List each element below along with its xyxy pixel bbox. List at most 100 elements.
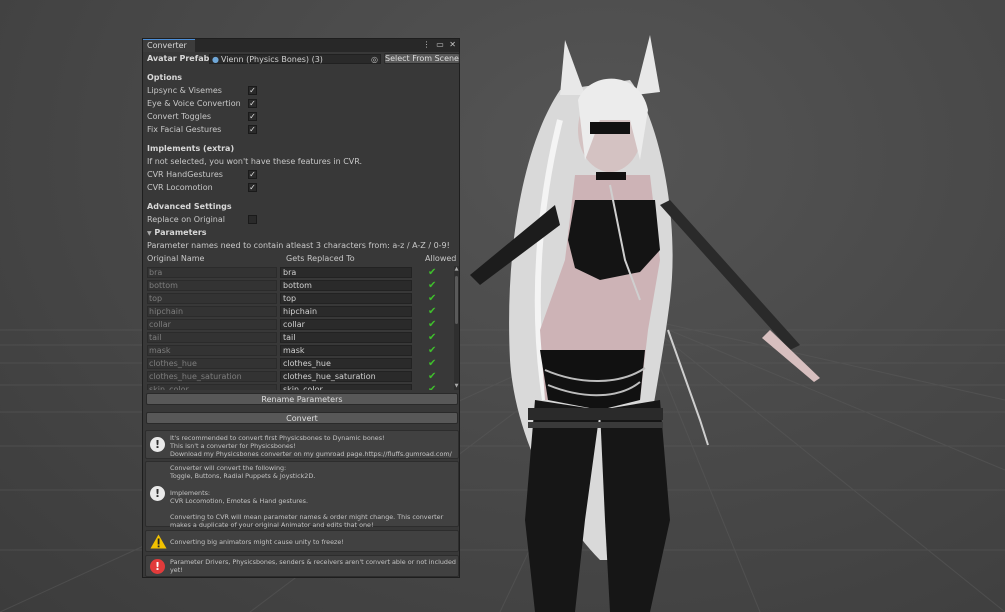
original-name-field: tail xyxy=(147,332,277,343)
advanced-header: Advanced Settings xyxy=(147,202,232,211)
col-allowed: Allowed xyxy=(425,254,457,263)
replaced-name-field[interactable]: hipchain xyxy=(280,306,412,317)
warning-message: Converting big animators might cause uni… xyxy=(145,530,459,552)
allowed-check-icon: ✔ xyxy=(428,384,437,390)
table-row: tail tail ✔ xyxy=(147,331,453,344)
info-message-physicsbones: ! It's recommended to convert first Phys… xyxy=(145,430,459,459)
replace-original-row: Replace on Original xyxy=(147,214,455,226)
table-row: bottom bottom ✔ xyxy=(147,279,453,292)
replaced-name-field[interactable]: bra xyxy=(280,267,412,278)
allowed-check-icon: ✔ xyxy=(428,371,437,382)
allowed-check-icon: ✔ xyxy=(428,345,437,356)
original-name-field: top xyxy=(147,293,277,304)
select-from-scene-button[interactable]: Select From Scene xyxy=(384,53,460,64)
replaced-name-field[interactable]: tail xyxy=(280,332,412,343)
original-name-field: hipchain xyxy=(147,306,277,317)
error-message: ! Parameter Drivers, Physicsbones, sende… xyxy=(145,555,459,577)
window-tab-bar: Converter ⋮ ▭ ✕ xyxy=(143,39,459,52)
implements-header: Implements (extra) xyxy=(147,144,235,153)
parameters-table: bra bra ✔ bottom bottom ✔ top top ✔ hipchain hipch… xyxy=(147,266,453,390)
scroll-up-icon[interactable]: ▲ xyxy=(454,267,459,272)
info-message-converter: ! Converter will convert the following: … xyxy=(145,461,459,530)
implements-note: If not selected, you won't have these fe… xyxy=(147,157,363,166)
replaced-name-field[interactable]: bottom xyxy=(280,280,412,291)
allowed-check-icon: ✔ xyxy=(428,306,437,317)
col-original-name: Original Name xyxy=(147,254,205,263)
prefab-icon: ● xyxy=(212,55,219,64)
implement-locomotion: CVR Locomotion ✓ xyxy=(147,182,455,194)
original-name-field: skin_color xyxy=(147,384,277,390)
object-picker-icon[interactable]: ◎ xyxy=(371,55,378,64)
replaced-name-field[interactable]: collar xyxy=(280,319,412,330)
avatar-prefab-row: Avatar Prefab: ● Vienn (Physics Bones) (3… xyxy=(147,53,460,65)
option-label: Replace on Original xyxy=(147,215,225,224)
option-convert-toggles: Convert Toggles ✓ xyxy=(147,111,455,123)
info-icon: ! xyxy=(150,437,165,452)
scrollbar-thumb[interactable] xyxy=(455,276,458,324)
info-text: It's recommended to convert first Physic… xyxy=(170,434,452,459)
info-text: Converter will convert the following: To… xyxy=(170,464,444,530)
option-lipsync: Lipsync & Visemes ✓ xyxy=(147,85,455,97)
allowed-check-icon: ✔ xyxy=(428,358,437,369)
table-row: bra bra ✔ xyxy=(147,266,453,279)
handgestures-checkbox[interactable]: ✓ xyxy=(248,170,257,179)
parameters-header: Parameters xyxy=(154,228,207,237)
option-label: Eye & Voice Convertion xyxy=(147,99,241,108)
lipsync-checkbox[interactable]: ✓ xyxy=(248,86,257,95)
warning-icon xyxy=(150,534,167,549)
rename-parameters-button[interactable]: Rename Parameters xyxy=(146,393,458,405)
locomotion-checkbox[interactable]: ✓ xyxy=(248,183,257,192)
parameters-scrollbar[interactable]: ▲ ▼ xyxy=(454,266,459,390)
warning-text: Converting big animators might cause uni… xyxy=(170,538,344,546)
col-gets-replaced: Gets Replaced To xyxy=(286,254,355,263)
options-header: Options xyxy=(147,73,183,82)
replaced-name-field[interactable]: skin_color xyxy=(280,384,412,390)
original-name-field: bra xyxy=(147,267,277,278)
parameters-note: Parameter names need to contain atleast … xyxy=(147,241,450,250)
allowed-check-icon: ✔ xyxy=(428,332,437,343)
replaced-name-field[interactable]: top xyxy=(280,293,412,304)
allowed-check-icon: ✔ xyxy=(428,319,437,330)
tab-converter[interactable]: Converter xyxy=(143,39,195,52)
eye-voice-checkbox[interactable]: ✓ xyxy=(248,99,257,108)
option-label: CVR Locomotion xyxy=(147,183,213,192)
kebab-menu-icon[interactable]: ⋮ xyxy=(423,40,431,49)
table-row: hipchain hipchain ✔ xyxy=(147,305,453,318)
error-icon: ! xyxy=(150,559,165,574)
tab-controls: ⋮ ▭ ✕ xyxy=(420,39,456,51)
foldout-arrow-icon: ▼ xyxy=(147,230,152,237)
avatar-prefab-value: Vienn (Physics Bones) (3) xyxy=(220,55,323,64)
original-name-field: clothes_hue_saturation xyxy=(147,371,277,382)
close-icon[interactable]: ✕ xyxy=(449,40,456,49)
option-fix-gestures: Fix Facial Gestures ✓ xyxy=(147,124,455,136)
replaced-name-field[interactable]: clothes_hue xyxy=(280,358,412,369)
convert-button[interactable]: Convert xyxy=(146,412,458,424)
scroll-down-icon[interactable]: ▼ xyxy=(454,384,459,389)
table-row: mask mask ✔ xyxy=(147,344,453,357)
info-icon: ! xyxy=(150,486,165,501)
convert-toggles-checkbox[interactable]: ✓ xyxy=(248,112,257,121)
table-row: clothes_hue_saturation clothes_hue_satura… xyxy=(147,370,453,383)
original-name-field: collar xyxy=(147,319,277,330)
option-label: Convert Toggles xyxy=(147,112,212,121)
table-row: collar collar ✔ xyxy=(147,318,453,331)
fix-gestures-checkbox[interactable]: ✓ xyxy=(248,125,257,134)
table-row: top top ✔ xyxy=(147,292,453,305)
replaced-name-field[interactable]: clothes_hue_saturation xyxy=(280,371,412,382)
original-name-field: mask xyxy=(147,345,277,356)
maximize-icon[interactable]: ▭ xyxy=(436,40,444,49)
error-text: Parameter Drivers, Physicsbones, senders… xyxy=(170,558,456,575)
original-name-field: clothes_hue xyxy=(147,358,277,369)
option-label: Fix Facial Gestures xyxy=(147,125,222,134)
converter-window[interactable]: Converter ⋮ ▭ ✕ Avatar Prefab: ● Vienn (P… xyxy=(142,38,460,578)
replace-original-checkbox[interactable] xyxy=(248,215,257,224)
option-label: Lipsync & Visemes xyxy=(147,86,222,95)
implement-handgestures: CVR HandGestures ✓ xyxy=(147,169,455,181)
original-name-field: bottom xyxy=(147,280,277,291)
avatar-prefab-field[interactable]: ● Vienn (Physics Bones) (3) ◎ xyxy=(209,54,381,64)
replaced-name-field[interactable]: mask xyxy=(280,345,412,356)
option-label: CVR HandGestures xyxy=(147,170,223,179)
allowed-check-icon: ✔ xyxy=(428,280,437,291)
table-row: clothes_hue clothes_hue ✔ xyxy=(147,357,453,370)
parameters-foldout[interactable]: ▼ Parameters xyxy=(147,227,455,239)
